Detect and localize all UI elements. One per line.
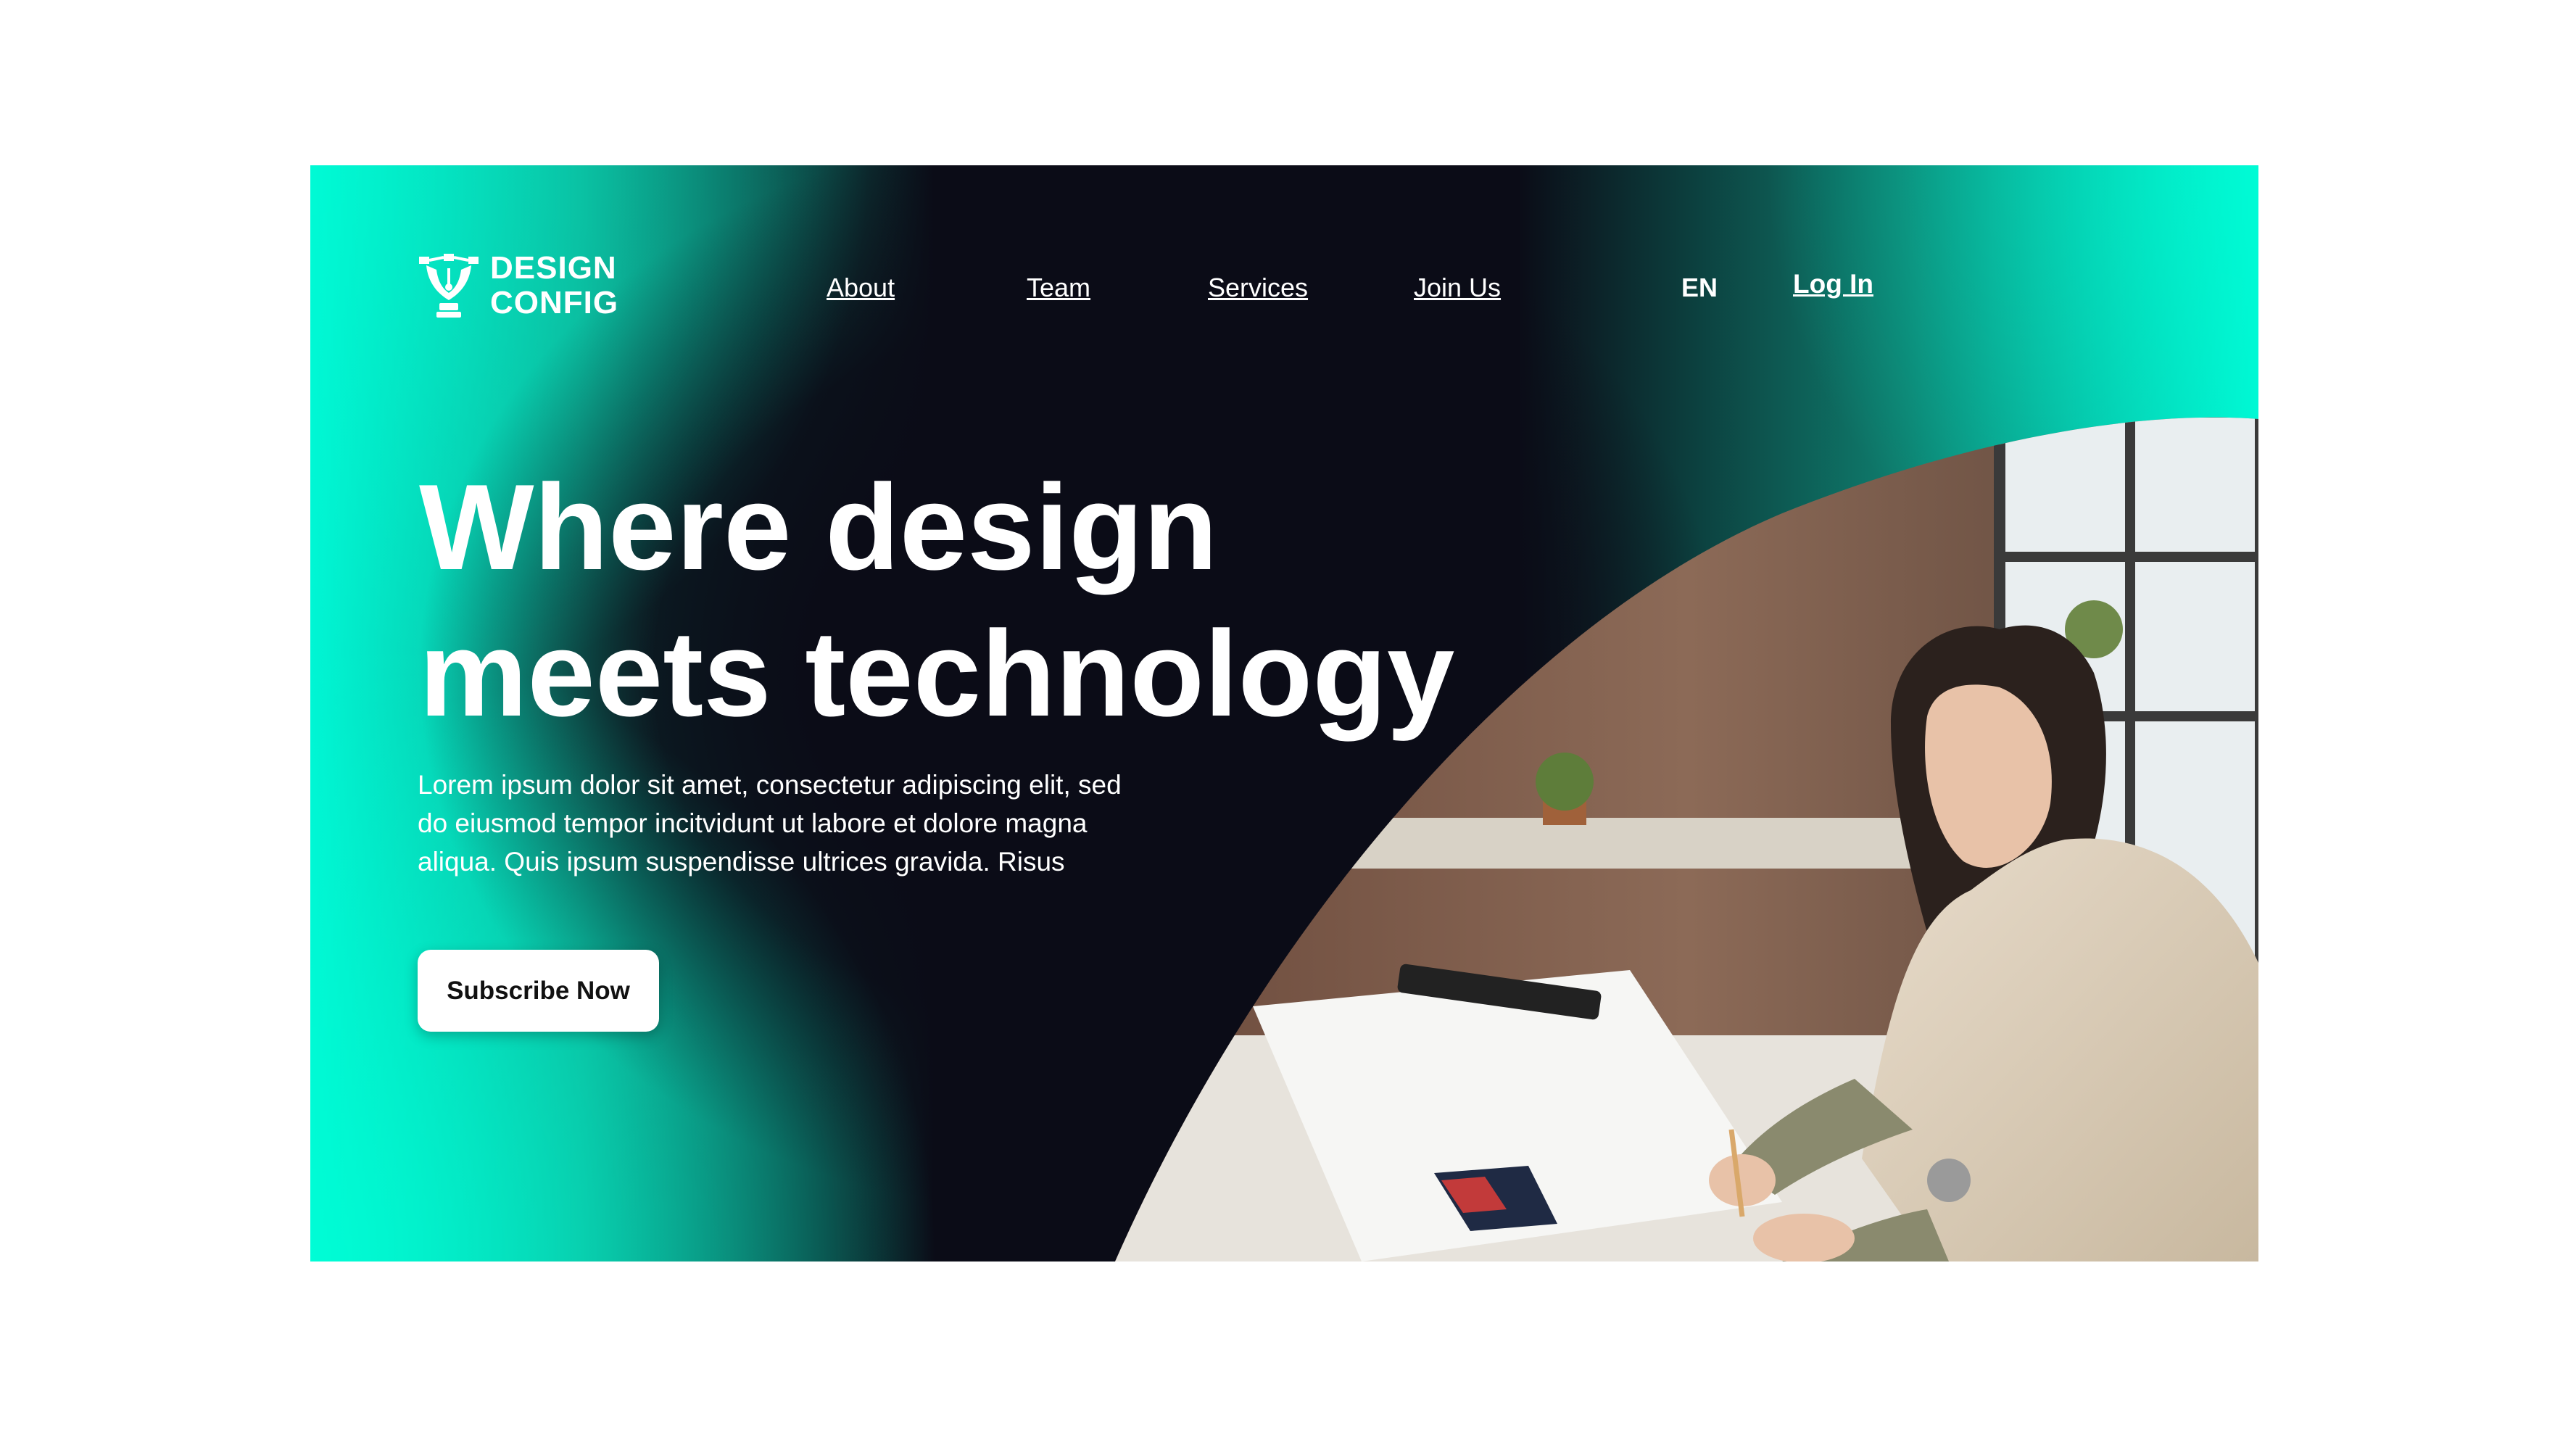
headline-line-2: meets technology [419, 605, 1455, 742]
description-line: do eiusmod tempor incitvidunt ut labore … [418, 808, 1088, 838]
hero-banner: DESIGN CONFIG About Team Services Join U… [310, 165, 2258, 1262]
hero-headline: Where design meets technology [419, 454, 1579, 747]
nav-about[interactable]: About [827, 273, 895, 316]
description-line: aliqua. Quis ipsum suspendisse ultrices … [418, 847, 1065, 877]
brand-line-2: CONFIG [490, 285, 619, 320]
brand-name: DESIGN CONFIG [490, 251, 618, 320]
nav-services[interactable]: Services [1208, 273, 1308, 316]
nav-team[interactable]: Team [1027, 273, 1090, 316]
headline-line-1: Where design [419, 459, 1218, 595]
language-selector[interactable]: EN [1681, 273, 1718, 316]
description-line: Lorem ipsum dolor sit amet, consectetur … [418, 770, 1122, 800]
subscribe-button[interactable]: Subscribe Now [418, 950, 659, 1032]
brand-line-1: DESIGN [490, 250, 617, 286]
hero-description: Lorem ipsum dolor sit amet, consectetur … [418, 766, 1244, 881]
login-link[interactable]: Log In [1793, 269, 1873, 312]
brand-logo[interactable]: DESIGN CONFIG [418, 251, 618, 320]
nav-join-us[interactable]: Join Us [1414, 273, 1501, 316]
pen-nib-icon [419, 254, 479, 318]
